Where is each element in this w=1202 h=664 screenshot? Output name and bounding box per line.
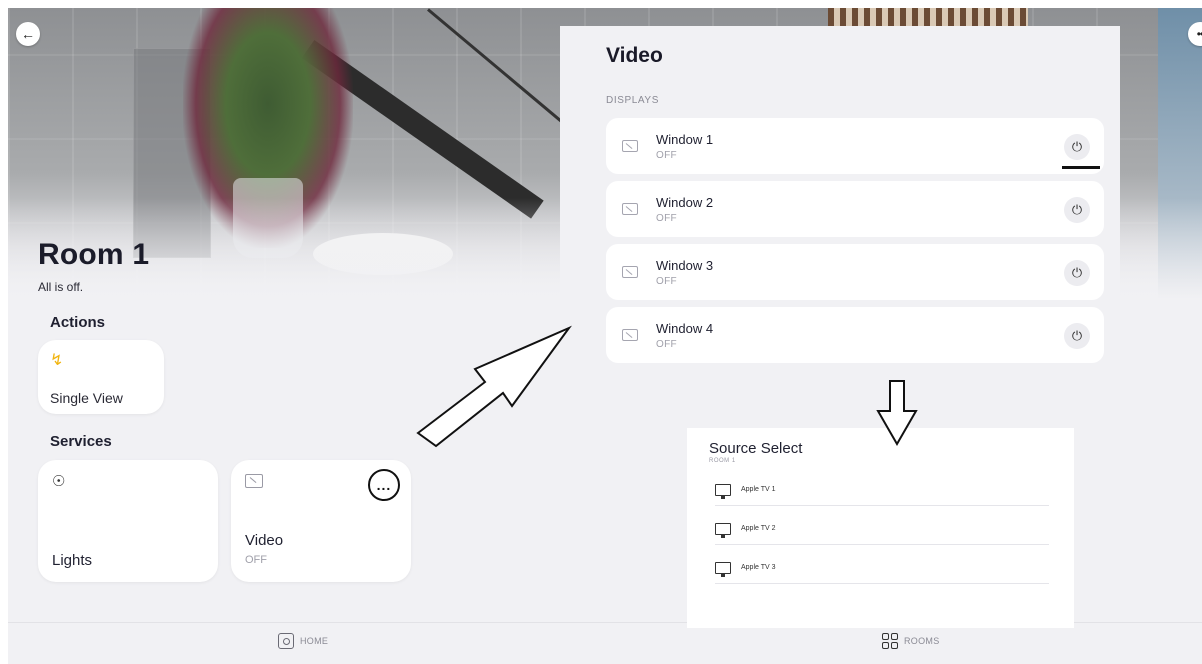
video-panel-title: Video <box>606 44 663 67</box>
nav-home-label: HOME <box>300 636 329 646</box>
lightbulb-icon: ☉ <box>52 473 66 490</box>
display-name: Window 2 <box>656 195 714 210</box>
tv-icon <box>715 523 731 538</box>
display-row-window-4[interactable]: Window 4 OFF ⏻ <box>606 307 1104 363</box>
source-select-room: ROOM 1 <box>709 458 736 464</box>
source-select-panel: Source Select ROOM 1 Apple TV 1 Apple TV… <box>687 428 1074 628</box>
action-card-single-view[interactable]: ↯ Single View <box>38 340 164 414</box>
power-button[interactable]: ⏻ <box>1064 197 1090 223</box>
source-item-apple-tv-1[interactable]: Apple TV 1 <box>715 478 1049 506</box>
display-status: OFF <box>656 213 677 224</box>
source-item-apple-tv-3[interactable]: Apple TV 3 <box>715 556 1049 584</box>
service-card-status: OFF <box>245 554 267 566</box>
display-icon <box>622 329 638 341</box>
source-name: Apple TV 3 <box>741 564 776 571</box>
room-status-text: All is off. <box>38 280 84 294</box>
source-item-apple-tv-2[interactable]: Apple TV 2 <box>715 517 1049 545</box>
action-card-label: Single View <box>50 390 123 406</box>
power-button[interactable]: ⏻ <box>1064 134 1090 160</box>
bottom-navigation: HOME ROOMS <box>8 622 1202 664</box>
grid-icon <box>882 633 898 649</box>
display-status: OFF <box>656 339 677 350</box>
power-icon: ⏻ <box>1071 139 1083 154</box>
displays-section-label: DISPLAYS <box>606 95 659 106</box>
back-button[interactable]: ← <box>16 22 40 46</box>
display-row-window-3[interactable]: Window 3 OFF ⏻ <box>606 244 1104 300</box>
display-row-window-2[interactable]: Window 2 OFF ⏻ <box>606 181 1104 237</box>
tv-icon <box>715 562 731 577</box>
lightning-icon: ↯ <box>50 352 64 369</box>
service-card-lights[interactable]: ☉ Lights <box>38 460 218 582</box>
more-horizontal-icon: ... <box>376 477 392 493</box>
arrow-left-icon: ← <box>21 26 35 42</box>
tv-icon <box>715 484 731 499</box>
services-section-title: Services <box>50 433 112 450</box>
power-icon: ⏻ <box>1071 265 1083 280</box>
service-card-label: Lights <box>52 552 93 569</box>
nav-rooms[interactable]: ROOMS <box>882 633 940 649</box>
source-name: Apple TV 2 <box>741 525 776 532</box>
video-more-button[interactable]: ... <box>368 469 400 501</box>
display-status: OFF <box>656 150 677 161</box>
more-horizontal-icon: •• <box>1196 27 1202 41</box>
display-icon <box>622 266 638 278</box>
power-button[interactable]: ⏻ <box>1064 260 1090 286</box>
display-name: Window 4 <box>656 321 714 336</box>
video-panel: Video DISPLAYS Window 1 OFF ⏻ Window 2 O… <box>560 26 1120 376</box>
display-name: Window 3 <box>656 258 714 273</box>
service-card-video[interactable]: ... Video OFF <box>231 460 411 582</box>
home-icon <box>278 633 294 649</box>
source-name: Apple TV 1 <box>741 486 776 493</box>
nav-home[interactable]: HOME <box>278 633 328 649</box>
service-card-label: Video <box>245 532 284 549</box>
display-icon <box>622 203 638 215</box>
display-row-window-1[interactable]: Window 1 OFF ⏻ <box>606 118 1104 174</box>
power-icon: ⏻ <box>1071 328 1083 343</box>
display-name: Window 1 <box>656 132 714 147</box>
highlight-underline <box>1062 166 1100 169</box>
power-button[interactable]: ⏻ <box>1064 323 1090 349</box>
display-icon <box>622 140 638 152</box>
power-icon: ⏻ <box>1071 202 1083 217</box>
source-select-title: Source Select <box>709 440 803 457</box>
room-title: Room 1 <box>38 238 150 271</box>
actions-section-title: Actions <box>50 314 106 331</box>
display-status: OFF <box>656 276 677 287</box>
nav-rooms-label: ROOMS <box>904 636 940 646</box>
display-icon <box>245 474 263 488</box>
